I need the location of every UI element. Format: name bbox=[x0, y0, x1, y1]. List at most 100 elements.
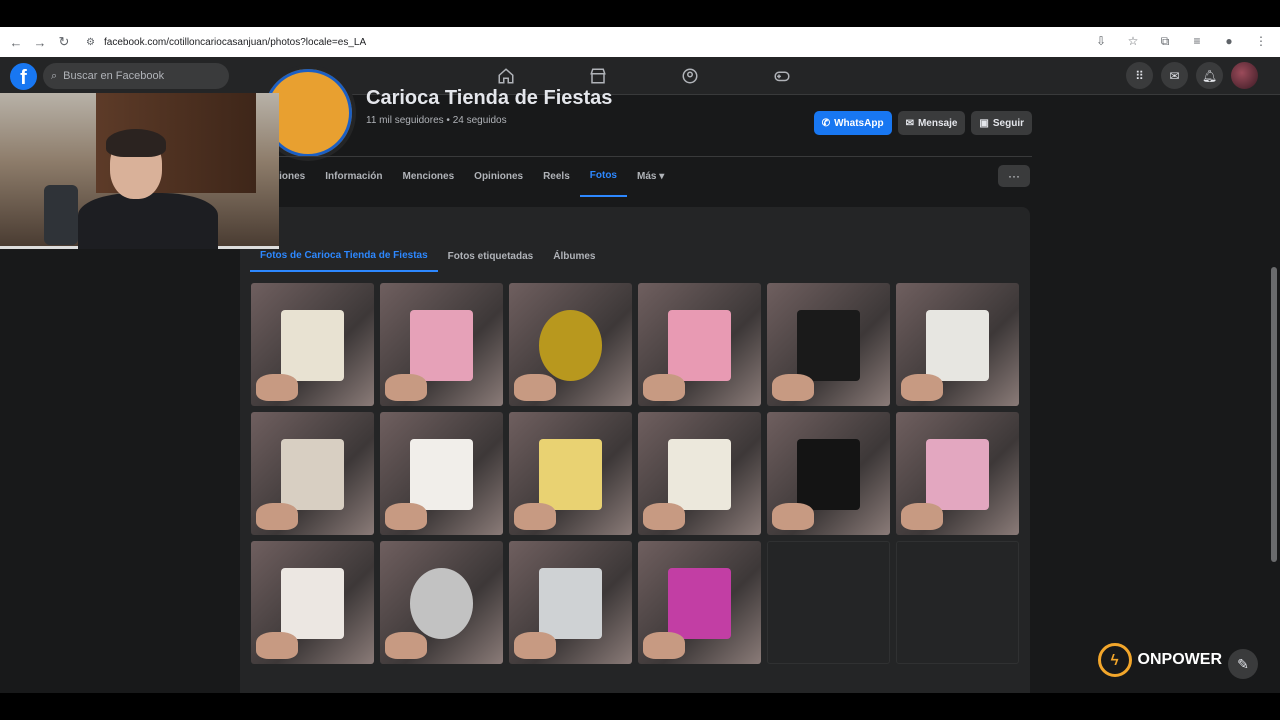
photo-thumbnail[interactable] bbox=[767, 283, 890, 406]
photo-subject bbox=[280, 310, 345, 382]
photo-subject bbox=[280, 568, 345, 640]
notifications-icon[interactable]: 🔔︎ bbox=[1196, 62, 1223, 89]
whatsapp-label: WhatsApp bbox=[834, 117, 884, 129]
search-icon: ⌕ bbox=[51, 69, 58, 82]
menu-grid-icon[interactable]: ⠿ bbox=[1126, 62, 1153, 89]
photo-thumbnail[interactable] bbox=[380, 283, 503, 406]
tab-tagged-photos[interactable]: Fotos etiquetadas bbox=[438, 240, 544, 272]
webcam-microphone bbox=[44, 185, 78, 245]
photo-subject bbox=[667, 568, 732, 640]
photo-hand bbox=[255, 374, 298, 402]
tab-mas[interactable]: Más ▾ bbox=[627, 157, 674, 197]
photo-subject bbox=[667, 310, 732, 382]
photo-hand bbox=[771, 374, 814, 402]
address-bar[interactable]: ⚙ facebook.com/cotilloncariocasanjuan/ph… bbox=[80, 30, 1160, 54]
screen: ← → ↻ ⚙ facebook.com/cotilloncariocasanj… bbox=[0, 0, 1280, 720]
tab-reels[interactable]: Reels bbox=[533, 157, 580, 197]
bookmark-star-icon[interactable]: ☆ bbox=[1122, 30, 1144, 52]
photo-hand bbox=[900, 374, 943, 402]
browser-toolbar: ← → ↻ ⚙ facebook.com/cotilloncariocasanj… bbox=[0, 27, 1280, 57]
followers-count[interactable]: 11 mil seguidores • 24 seguidos bbox=[366, 115, 507, 126]
photo-hand bbox=[513, 374, 556, 402]
avatar[interactable] bbox=[1231, 62, 1258, 89]
photo-subject bbox=[280, 439, 345, 511]
photo-subject bbox=[409, 310, 474, 382]
photo-subject bbox=[925, 310, 990, 382]
install-icon[interactable]: ⇩ bbox=[1090, 30, 1112, 52]
photo-thumbnail[interactable] bbox=[509, 283, 632, 406]
photo-hand bbox=[384, 632, 427, 660]
tab-opiniones[interactable]: Opiniones bbox=[464, 157, 533, 197]
search-placeholder: Buscar en Facebook bbox=[63, 70, 165, 82]
tab-informacion[interactable]: Información bbox=[315, 157, 392, 197]
whatsapp-icon: ✆ bbox=[821, 117, 831, 129]
follow-button[interactable]: ▣ Seguir bbox=[971, 111, 1032, 135]
tab-menciones[interactable]: Menciones bbox=[392, 157, 464, 197]
fb-top-bar: f ⌕ Buscar en Facebook ⠿ ✉ 🔔︎ bbox=[0, 57, 1280, 95]
photo-hand bbox=[384, 503, 427, 531]
photo-hand bbox=[513, 632, 556, 660]
site-info-icon[interactable]: ⚙ bbox=[86, 37, 95, 48]
photo-thumbnail[interactable] bbox=[251, 283, 374, 406]
page-title[interactable]: Carioca Tienda de Fiestas bbox=[366, 87, 612, 110]
photos-section: s Fotos de Carioca Tienda de Fiestas Fot… bbox=[240, 207, 1030, 693]
photo-sub-tabs: Fotos de Carioca Tienda de Fiestas Fotos… bbox=[250, 240, 605, 272]
back-icon[interactable]: ← bbox=[4, 30, 28, 54]
message-label: Mensaje bbox=[917, 117, 958, 129]
scrollbar[interactable] bbox=[1271, 267, 1277, 562]
edit-icon: ✎ bbox=[1237, 655, 1249, 672]
page-tabs: aciones Información Menciones Opiniones … bbox=[240, 156, 1032, 197]
photo-thumbnail[interactable] bbox=[638, 541, 761, 664]
photo-grid bbox=[251, 283, 1019, 664]
lightning-logo-icon: ϟ bbox=[1097, 643, 1132, 677]
photo-thumbnail[interactable] bbox=[251, 541, 374, 664]
new-message-button[interactable]: ✎ bbox=[1228, 649, 1258, 679]
fb-top-actions: ⠿ ✉ 🔔︎ bbox=[1126, 62, 1258, 89]
webcam-person-body bbox=[78, 193, 218, 249]
photo-subject bbox=[796, 310, 861, 382]
photo-subject bbox=[409, 439, 474, 511]
photo-thumbnail[interactable] bbox=[509, 541, 632, 664]
reload-icon[interactable]: ↻ bbox=[52, 30, 76, 54]
photo-hand bbox=[642, 503, 685, 531]
photo-thumbnail[interactable] bbox=[380, 541, 503, 664]
photo-thumbnail[interactable] bbox=[767, 412, 890, 535]
url-text: facebook.com/cotilloncariocasanjuan/phot… bbox=[104, 36, 367, 48]
webcam-overlay bbox=[0, 93, 279, 249]
photo-subject bbox=[796, 439, 861, 511]
gaming-icon[interactable] bbox=[736, 57, 828, 95]
photo-thumbnail[interactable] bbox=[896, 412, 1019, 535]
watermark-text: ONPOWER bbox=[1137, 651, 1222, 668]
page-actions: ✆ WhatsApp ✉ Mensaje ▣ Seguir bbox=[813, 111, 1032, 135]
photo-hand bbox=[255, 503, 298, 531]
photo-hand bbox=[384, 374, 427, 402]
photo-thumbnail[interactable] bbox=[638, 412, 761, 535]
follow-icon: ▣ bbox=[979, 117, 989, 129]
search-input[interactable]: ⌕ Buscar en Facebook bbox=[43, 63, 229, 89]
tab-albums[interactable]: Álbumes bbox=[543, 240, 605, 272]
facebook-logo-icon[interactable]: f bbox=[10, 63, 37, 90]
kebab-menu-icon[interactable]: ⋮ bbox=[1250, 30, 1272, 52]
onpower-watermark: ϟ ONPOWER bbox=[1097, 643, 1222, 677]
profile-icon[interactable]: ● bbox=[1218, 30, 1240, 52]
message-button[interactable]: ✉ Mensaje bbox=[897, 111, 966, 135]
whatsapp-button[interactable]: ✆ WhatsApp bbox=[813, 111, 892, 135]
photo-thumbnail[interactable] bbox=[638, 283, 761, 406]
forward-icon[interactable]: → bbox=[28, 30, 52, 54]
photo-subject bbox=[538, 310, 603, 382]
photo-thumbnail[interactable] bbox=[380, 412, 503, 535]
photo-thumbnail[interactable] bbox=[896, 283, 1019, 406]
groups-icon[interactable] bbox=[644, 57, 736, 95]
browser-actions: ⇩ ☆ ⧉ ≡ ● ⋮ bbox=[1090, 30, 1272, 52]
tab-fotos[interactable]: Fotos bbox=[579, 157, 627, 197]
photo-hand bbox=[642, 374, 685, 402]
more-options-button[interactable]: ··· bbox=[998, 165, 1030, 187]
photo-hand bbox=[771, 503, 814, 531]
extensions-icon[interactable]: ⧉ bbox=[1154, 30, 1176, 52]
photo-thumbnail[interactable] bbox=[251, 412, 374, 535]
photo-thumbnail[interactable] bbox=[509, 412, 632, 535]
media-icon[interactable]: ≡ bbox=[1186, 30, 1208, 52]
webcam-person-hair bbox=[106, 129, 166, 157]
follow-label: Seguir bbox=[992, 117, 1024, 129]
messenger-icon[interactable]: ✉ bbox=[1161, 62, 1188, 89]
